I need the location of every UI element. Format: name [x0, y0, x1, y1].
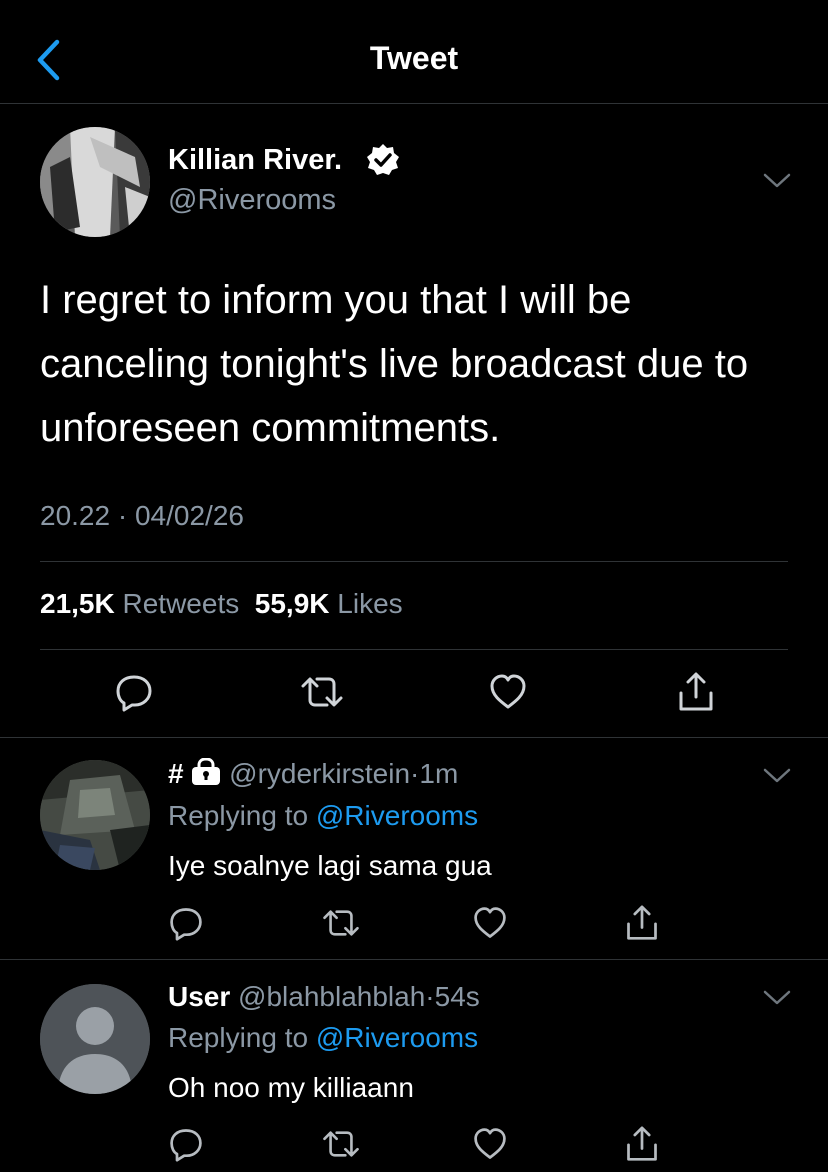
share-button[interactable] [622, 1124, 662, 1164]
divider [0, 737, 828, 738]
like-button[interactable] [470, 903, 510, 943]
share-button[interactable] [622, 903, 662, 943]
replying-handle-link[interactable]: @Riverooms [316, 800, 478, 831]
reply-handle[interactable]: @blahblahblah [238, 981, 425, 1012]
divider [40, 561, 788, 562]
reply-handle[interactable]: @ryderkirstein [229, 758, 410, 789]
reply-button[interactable] [166, 903, 206, 943]
like-button[interactable] [470, 1124, 510, 1164]
retweet-button[interactable] [319, 903, 363, 943]
heart-icon [474, 1128, 506, 1159]
reply-button[interactable] [166, 1124, 206, 1164]
share-icon [627, 905, 657, 940]
tweet-date: 04/02/26 [134, 500, 244, 531]
meta-separator: · [425, 981, 435, 1012]
heart-icon [474, 907, 506, 938]
share-icon [679, 672, 713, 711]
tweet-timestamp: 20.22 · 04/02/26 [40, 500, 244, 532]
avatar[interactable] [40, 760, 150, 870]
page-title: Tweet [369, 40, 459, 76]
reply-text: Oh noo my killiaann [168, 1072, 414, 1103]
chevron-down-icon[interactable] [763, 989, 791, 1007]
lock-icon [192, 757, 221, 785]
share-button[interactable] [674, 670, 718, 714]
replying-handle-link[interactable]: @Riverooms [316, 1022, 478, 1053]
user-handle[interactable]: @Riverooms [168, 184, 336, 217]
engagement-stats: 21,5K Retweets 55,9K Likes [40, 588, 403, 620]
default-avatar-icon [40, 984, 150, 1094]
likes-label: Likes [337, 588, 403, 619]
profile-photo [40, 760, 150, 870]
replying-label: Replying to [168, 1022, 309, 1053]
retweet-icon [323, 1131, 359, 1157]
replying-label: Replying to [168, 800, 309, 831]
reply-icon [170, 1129, 202, 1162]
reply-display-name[interactable]: User [168, 981, 230, 1012]
chevron-down-icon[interactable] [763, 172, 791, 190]
heart-icon [490, 674, 526, 709]
tweet-text: I regret to inform you that I will be ca… [40, 278, 749, 450]
retweets-count: 21,5K [40, 588, 115, 619]
share-icon [627, 1126, 657, 1161]
reply-header: # @ryderkirstein·1m [168, 757, 459, 790]
reply-header: User @blahblahblah·54s [168, 981, 480, 1013]
replying-to: Replying to @Riverooms [168, 1022, 478, 1054]
avatar[interactable] [40, 984, 150, 1094]
reply-icon [170, 908, 202, 941]
divider [40, 649, 788, 650]
retweet-icon [323, 910, 359, 936]
like-button[interactable] [486, 670, 530, 714]
retweet-button[interactable] [319, 1124, 363, 1164]
meta-separator: · [117, 500, 128, 531]
verified-badge-icon [367, 144, 399, 175]
retweet-icon [301, 677, 343, 707]
likes-count: 55,9K [254, 588, 330, 619]
top-bar: Tweet [0, 0, 828, 104]
retweets-label: Retweets [122, 588, 240, 619]
avatar[interactable] [40, 127, 150, 237]
reply-text: Iye soalnye lagi sama gua [168, 850, 492, 881]
reply-button[interactable] [112, 670, 156, 714]
reply-icon [116, 675, 152, 712]
profile-photo [40, 127, 150, 237]
divider [0, 959, 828, 960]
reply-time: 54s [434, 981, 480, 1012]
chevron-down-icon[interactable] [763, 767, 791, 785]
meta-separator: · [410, 758, 420, 789]
reply-time: 1m [419, 758, 459, 789]
reply-display-name[interactable]: # [168, 758, 184, 789]
likes-link[interactable]: 55,9K Likes [255, 588, 403, 619]
tweet-time: 20.22 [40, 500, 111, 531]
retweets-link[interactable]: 21,5K Retweets [40, 588, 239, 619]
display-name[interactable]: Killian River. [168, 144, 342, 177]
replying-to: Replying to @Riverooms [168, 800, 478, 832]
retweet-button[interactable] [298, 670, 346, 714]
